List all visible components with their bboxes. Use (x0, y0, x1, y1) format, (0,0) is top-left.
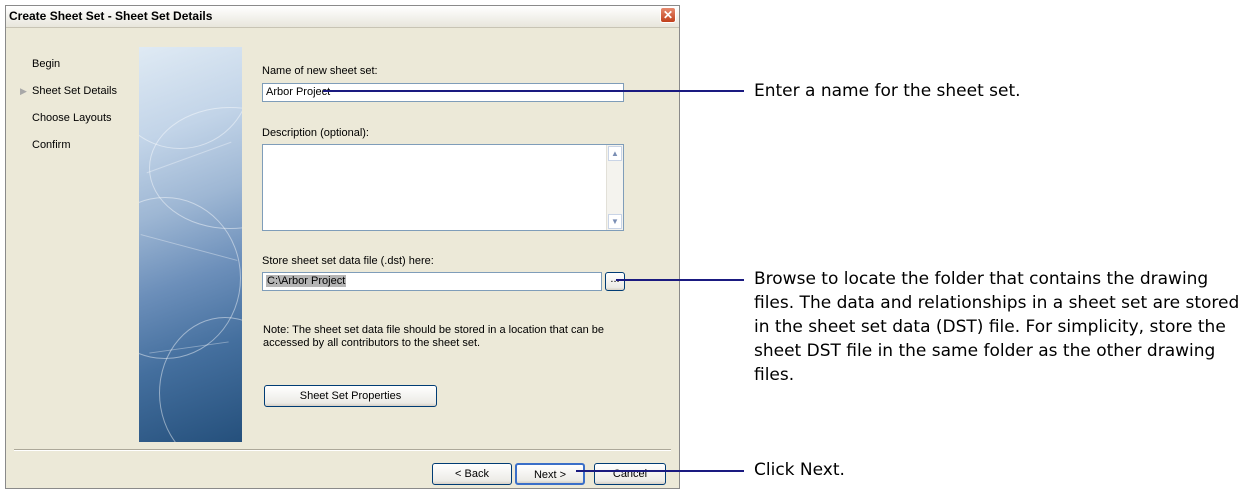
description-label: Description (optional): (262, 127, 369, 139)
store-location-input[interactable]: C:\Arbor Project (262, 272, 602, 291)
step-confirm: Confirm (32, 139, 71, 151)
browse-callout-line (616, 279, 744, 281)
scroll-up-icon[interactable]: ▲ (608, 146, 622, 161)
step-begin: Begin (32, 58, 61, 70)
sheet-set-properties-button[interactable]: Sheet Set Properties (264, 385, 437, 407)
description-scrollbar[interactable]: ▲ ▼ (606, 145, 623, 230)
step-choose-layouts: Choose Layouts (32, 112, 112, 124)
footer-divider (14, 449, 671, 451)
browse-callout-text: Browse to locate the folder that contain… (754, 269, 1240, 385)
close-icon[interactable]: ✕ (660, 7, 676, 23)
store-location-label: Store sheet set data file (.dst) here: (262, 255, 434, 267)
browse-button[interactable]: ... (605, 272, 625, 291)
step-sheet-set-details: ▶ Sheet Set Details (20, 85, 117, 97)
sheet-set-name-input[interactable]: Arbor Project (262, 83, 624, 102)
storage-note: Note: The sheet set data file should be … (263, 324, 605, 349)
back-button[interactable]: < Back (432, 463, 512, 485)
sheet-set-name-value: Arbor Project (266, 86, 331, 98)
description-textarea[interactable]: ▲ ▼ (262, 144, 624, 231)
dialog-title: Create Sheet Set - Sheet Set Details (9, 9, 213, 23)
dialog-title-bar: Create Sheet Set - Sheet Set Details ✕ (6, 6, 679, 28)
cancel-button[interactable]: Cancel (594, 463, 666, 485)
name-callout-line (323, 90, 744, 92)
store-location-value: C:\Arbor Project (266, 275, 347, 287)
blueprint-rolls-image (139, 47, 242, 442)
current-step-arrow-icon: ▶ (20, 86, 27, 96)
next-button[interactable]: Next > (515, 463, 585, 485)
name-callout-text: Enter a name for the sheet set. (754, 81, 1021, 101)
create-sheet-set-dialog: Create Sheet Set - Sheet Set Details ✕ B… (5, 5, 680, 489)
next-callout-line (576, 470, 744, 472)
scroll-down-icon[interactable]: ▼ (608, 214, 622, 229)
next-callout-text: Click Next. (754, 460, 845, 480)
name-label: Name of new sheet set: (262, 65, 378, 77)
